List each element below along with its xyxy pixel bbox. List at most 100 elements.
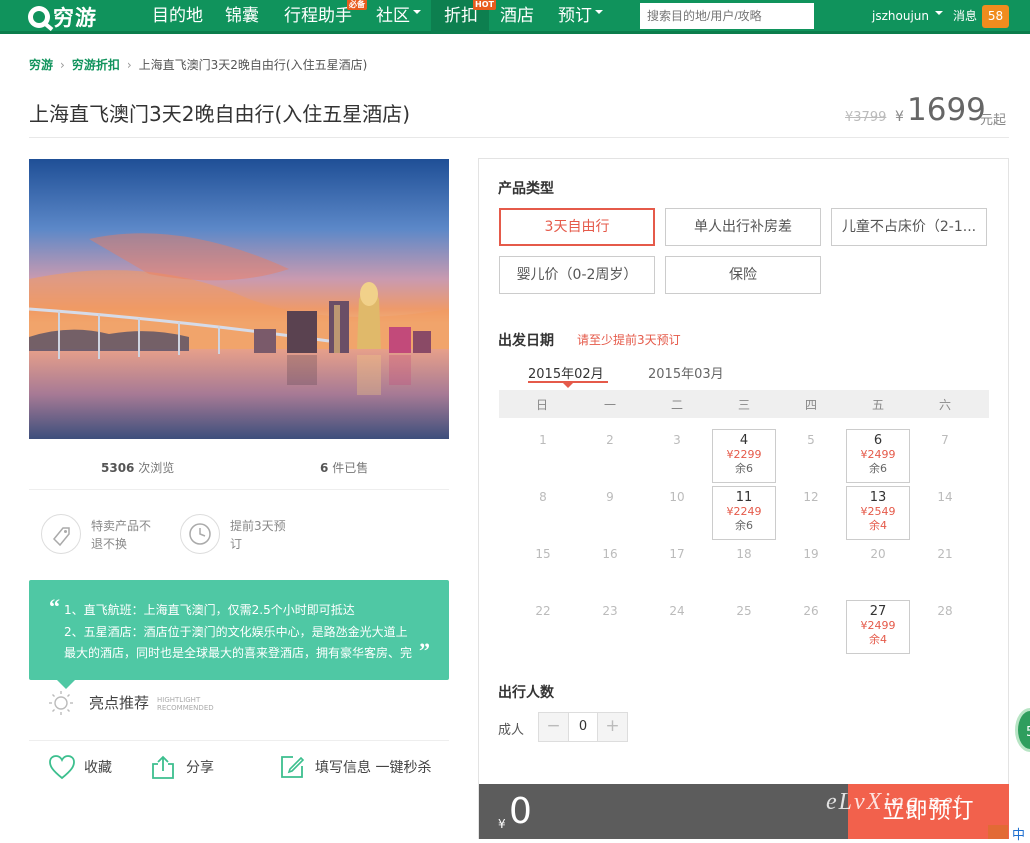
adult-quantity-stepper: − 0 +: [538, 712, 628, 742]
logo-text: 穷游: [53, 6, 97, 30]
decrement-button[interactable]: −: [539, 713, 568, 741]
day-remaining: 余6: [735, 519, 753, 532]
calendar-day: 20: [846, 543, 910, 597]
day-number: 1: [539, 433, 547, 447]
photo-illustration: [29, 159, 449, 439]
search-input[interactable]: [640, 3, 814, 29]
product-type-option[interactable]: 儿童不占床价（2-1...: [831, 208, 987, 246]
day-number: 27: [869, 604, 887, 619]
calendar-day: 10: [645, 486, 709, 540]
close-quote-icon: ”: [419, 638, 430, 663]
calendar-day-available[interactable]: 13 ¥2549 余4: [846, 486, 910, 540]
month-tab-mar[interactable]: 2015年03月: [648, 363, 724, 382]
departure-date-label: 出发日期: [498, 333, 554, 349]
product-type-option[interactable]: 3天自由行: [499, 208, 655, 246]
ime-indicator: 中: [1012, 828, 1026, 843]
day-number: 19: [803, 547, 819, 561]
adult-count[interactable]: 0: [568, 713, 598, 741]
calendar-day: 24: [645, 600, 709, 654]
day-remaining: 余4: [869, 633, 887, 646]
day-number: 22: [535, 604, 551, 618]
travelers-label: 出行人数: [498, 685, 554, 701]
breadcrumb-home[interactable]: 穷游: [29, 58, 53, 72]
product-photo-macau-skyline[interactable]: [29, 159, 449, 439]
chevron-down-icon: [934, 10, 943, 15]
calendar-day: 19: [779, 543, 843, 597]
user-menu[interactable]: jszhoujun: [872, 0, 943, 34]
total-price: 0: [509, 791, 532, 832]
day-number: 21: [937, 547, 953, 561]
day-number: 26: [803, 604, 819, 618]
nav-item-deals[interactable]: 折扣 HOT: [431, 0, 496, 34]
nav-label: 锦囊: [225, 6, 259, 26]
calendar-day-available[interactable]: 27 ¥2499 余4: [846, 600, 910, 654]
day-number: 10: [669, 490, 685, 504]
day-number: 15: [535, 547, 551, 561]
highlights-label: 亮点推荐: [89, 694, 150, 712]
date-hint: 请至少提前3天预订: [577, 333, 681, 347]
product-type-label: 产品类型: [498, 181, 554, 197]
share-button[interactable]: 分享: [150, 752, 214, 782]
username: jszhoujun: [872, 9, 929, 23]
nav-item-guides[interactable]: 锦囊: [225, 0, 259, 34]
calendar-day: 1: [511, 429, 575, 483]
weekday: 四: [804, 398, 817, 412]
open-quote-icon: “: [49, 594, 60, 619]
views-stat: 5306 次浏览: [101, 459, 174, 476]
logo-q-icon: [28, 6, 50, 28]
calendar-day: 8: [511, 486, 575, 540]
calendar-day: 3: [645, 429, 709, 483]
messages-link[interactable]: 消息: [953, 0, 977, 34]
day-price: ¥2299: [726, 448, 762, 461]
favorite-button[interactable]: 收藏: [48, 752, 112, 782]
day-number: 14: [937, 490, 953, 504]
favorite-label: 收藏: [84, 760, 112, 776]
quick-fill-button[interactable]: 填写信息 一键秒杀: [279, 752, 431, 782]
page-title: 上海直飞澳门3天2晚自由行(入住五星酒店): [29, 102, 411, 126]
day-number: 6: [873, 433, 883, 448]
feature-no-refund: 特卖产品不退不换: [91, 519, 152, 551]
calendar-day-available[interactable]: 6 ¥2499 余6: [846, 429, 910, 483]
day-remaining: 余6: [869, 462, 887, 475]
calendar-day-available[interactable]: 4 ¥2299 余6: [712, 429, 776, 483]
highlights-box: “ 1、直飞航班：上海直飞澳门，仅需2.5个小时即可抵达 2、五星酒店：酒店位于…: [29, 580, 449, 689]
nav-item-destinations[interactable]: 目的地: [152, 0, 203, 34]
nav-item-hotels[interactable]: 酒店: [500, 0, 534, 34]
product-type-option[interactable]: 婴儿价（0-2周岁）: [499, 256, 655, 294]
day-number: 17: [669, 547, 685, 561]
nav-item-booking[interactable]: 预订: [558, 0, 603, 34]
floating-badge[interactable]: 5: [1015, 708, 1030, 752]
calendar-day: 22: [511, 600, 575, 654]
day-number: 23: [602, 604, 618, 618]
day-number: 4: [739, 433, 749, 448]
highlight-line: 最大的酒店，同时也是全球最大的喜来登酒店，拥有豪华客房、完: [64, 646, 413, 660]
divider: [29, 740, 449, 741]
day-number: 8: [539, 490, 547, 504]
weekday-header: 日 一 二 三 四 五 六: [499, 390, 989, 418]
product-type-option[interactable]: 单人出行补房差: [665, 208, 821, 246]
nav-item-trip-planner[interactable]: 行程助手 必备: [284, 0, 367, 34]
messages-count-badge[interactable]: 58: [982, 5, 1009, 28]
views-label: 次浏览: [138, 461, 175, 475]
breadcrumb-deals[interactable]: 穷游折扣: [72, 58, 120, 72]
logo[interactable]: 穷游: [28, 4, 97, 30]
increment-button[interactable]: +: [598, 713, 627, 741]
clock-icon: [180, 514, 220, 554]
weekday: 六: [938, 398, 951, 412]
calendar-day-available[interactable]: 11 ¥2249 余6: [712, 486, 776, 540]
calendar-day: 18: [712, 543, 776, 597]
divider: [29, 489, 449, 490]
month-tab-feb[interactable]: 2015年02月: [528, 363, 604, 382]
weekday: 三: [737, 398, 750, 412]
calendar-day: 15: [511, 543, 575, 597]
divider: [29, 137, 1009, 138]
watermark: eLvXing.net: [826, 789, 964, 815]
day-number: 28: [937, 604, 953, 618]
calendar-day: 16: [578, 543, 642, 597]
badge-hot: HOT: [473, 0, 496, 10]
top-navigation: 穷游 目的地 锦囊 行程助手 必备 社区 折扣 HOT 酒店 预订 jszhou…: [0, 0, 1030, 34]
nav-item-community[interactable]: 社区: [376, 0, 421, 34]
sun-icon: [48, 690, 74, 716]
product-type-option[interactable]: 保险: [665, 256, 821, 294]
feature-advance-booking: 提前3天预订: [230, 519, 286, 551]
